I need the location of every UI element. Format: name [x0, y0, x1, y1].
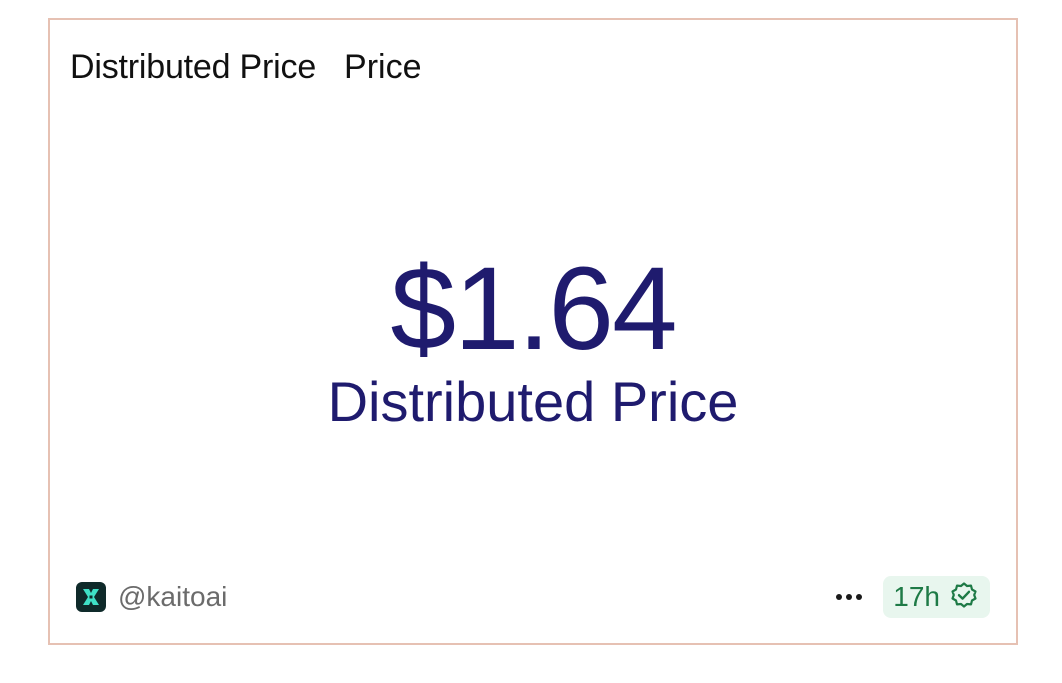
card-subtitle: Price — [344, 48, 422, 86]
source-link[interactable]: @kaitoai — [76, 581, 227, 613]
footer-actions: 17h — [831, 576, 990, 618]
card-header: Distributed Price Price — [70, 48, 422, 87]
kaito-logo-icon — [76, 582, 106, 612]
metric-value: $1.64 — [390, 243, 677, 375]
metric-display: $1.64 Distributed Price — [50, 250, 1016, 434]
metric-label: Distributed Price — [327, 370, 739, 433]
card-footer: @kaitoai 17h — [76, 575, 990, 619]
card-title: Distributed Price — [70, 48, 317, 86]
age-text: 17h — [893, 581, 940, 612]
age-badge[interactable]: 17h — [883, 576, 990, 618]
source-handle[interactable]: @kaitoai — [118, 581, 227, 613]
verified-check-icon — [950, 581, 978, 614]
more-horizontal-icon — [836, 594, 863, 600]
more-options-button[interactable] — [831, 579, 867, 615]
metric-card: Distributed Price Price $1.64 Distribute… — [48, 18, 1018, 645]
